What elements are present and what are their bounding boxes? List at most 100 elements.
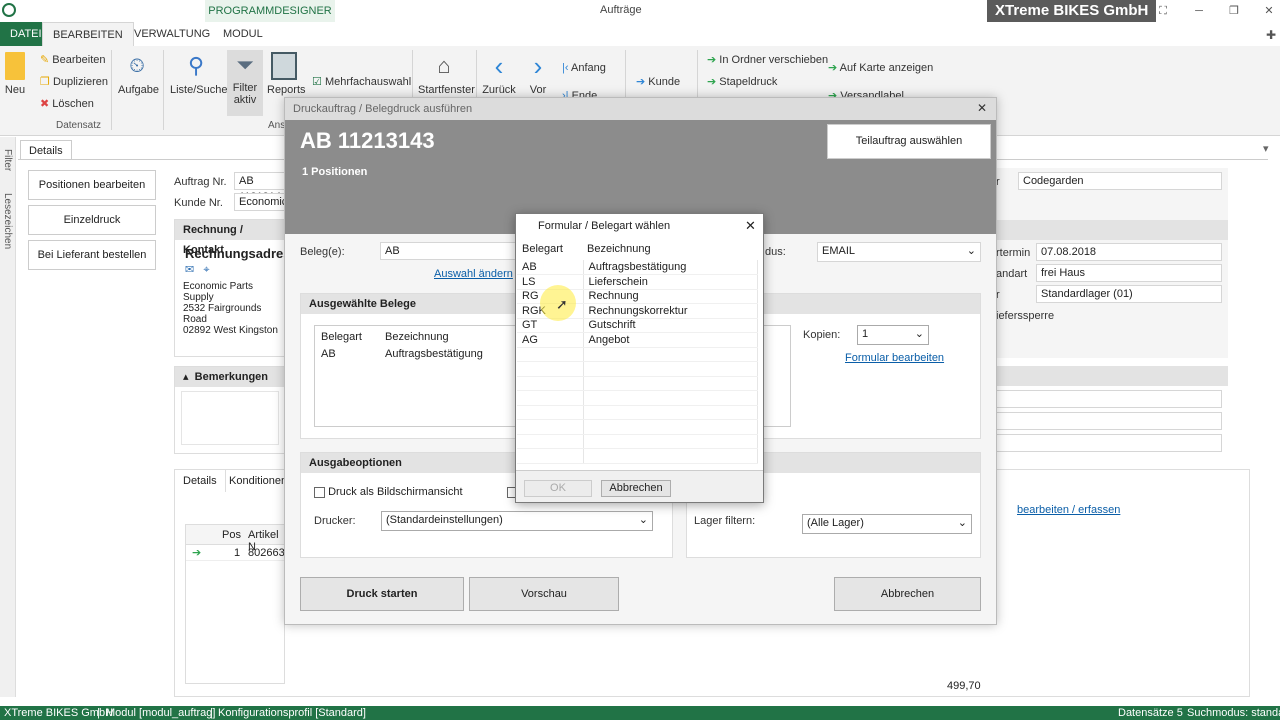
chevron-down-icon: ⌄	[957, 517, 967, 529]
print-dialog-close-icon[interactable]: ✕	[977, 101, 987, 115]
bookmarks-tab[interactable]: Lesezeichen	[2, 193, 13, 249]
location-pin-icon[interactable]: ⌖	[203, 264, 209, 276]
forward-button[interactable]: › Vor	[524, 52, 552, 96]
ribbon-separator	[111, 50, 112, 130]
edit-capture-link[interactable]: bearbeiten / erfassen	[1017, 504, 1120, 516]
empty-row	[517, 361, 758, 377]
arrow-circle-icon: ➔	[707, 76, 717, 88]
print-cancel-button[interactable]: Abbrechen	[834, 577, 981, 611]
mail-icon[interactable]: ✉	[185, 264, 194, 276]
order-no-label: Auftrag Nr.	[174, 176, 227, 188]
chevron-down-icon[interactable]: ▾	[1263, 142, 1269, 155]
remarks-field[interactable]	[181, 391, 279, 445]
close-icon[interactable]: ✕	[1260, 2, 1278, 20]
tab-bottom-details[interactable]: Details	[175, 470, 226, 492]
warehouse-field[interactable]: Standardlager (01)	[1036, 285, 1222, 303]
chevron-down-icon: ⌄	[966, 245, 976, 257]
picker-col-name: Bezeichnung	[587, 243, 651, 255]
billing-contact-heading: Rechnung / Kontakt	[175, 220, 285, 256]
picker-footer: OK Abbrechen	[516, 470, 763, 502]
order-supplier-button[interactable]: Bei Lieferant bestellen	[28, 240, 156, 270]
empty-row	[517, 419, 758, 435]
back-button[interactable]: ‹ Zurück	[482, 52, 516, 96]
tab-modul[interactable]: MODUL	[213, 22, 273, 46]
grid-cell-article: 802663	[248, 547, 285, 559]
status-profile: Konfigurationsprofil [Standard]	[218, 707, 366, 719]
reports-button[interactable]: Reports	[267, 52, 306, 96]
grid-cell-pos: 1	[234, 547, 241, 559]
title-bar: PROGRAMMDESIGNER Aufträge XTreme BIKES G…	[0, 0, 1280, 22]
single-print-button[interactable]: Einzeldruck	[28, 205, 156, 235]
company-name: XTreme BIKES GmbH	[987, 0, 1157, 22]
warehouse-filter-select[interactable]: (Alle Lager) ⌄	[802, 514, 972, 534]
group-datensatz-label: Datensatz	[56, 120, 102, 131]
right-field-blank-3[interactable]	[996, 434, 1222, 452]
tab-verwaltung[interactable]: VERWALTUNG	[124, 22, 220, 46]
right-field-1[interactable]: Codegarden	[1018, 172, 1222, 190]
table-row[interactable]: AG Angebot	[517, 332, 758, 348]
right-field-blank-1[interactable]	[996, 390, 1222, 408]
partial-order-button[interactable]: Teilauftrag auswählen	[827, 124, 991, 159]
picker-col-code: Belegart	[522, 243, 563, 255]
new-button[interactable]: Neu	[2, 52, 28, 96]
order-total: 499,70	[947, 680, 981, 692]
start-print-button[interactable]: Druck starten	[300, 577, 464, 611]
delete-button[interactable]: ✖ Löschen	[40, 94, 94, 114]
batch-print-button[interactable]: ➔ Stapeldruck	[707, 72, 777, 92]
delivery-date-field[interactable]: 07.08.2018	[1036, 243, 1222, 261]
filter-tab[interactable]: Filter	[2, 149, 13, 171]
printer-icon	[271, 52, 297, 80]
remarks-panel: ▴ Bemerkungen	[174, 366, 286, 454]
list-search-button[interactable]: ⚲ Liste/Suche	[170, 52, 227, 96]
positions-edit-button[interactable]: Positionen bearbeiten	[28, 170, 156, 200]
change-selection-link[interactable]: Auswahl ändern	[434, 268, 513, 280]
table-row[interactable]: ➔ 1 802663	[186, 545, 285, 561]
duplicate-button[interactable]: ❐ Duplizieren	[40, 72, 108, 92]
empty-row	[517, 390, 758, 406]
contact-icons: ✉ ⌖	[175, 261, 285, 277]
edit-form-link[interactable]: Formular bearbeiten	[845, 352, 944, 364]
start-window-button[interactable]: ⌂ Startfenster	[418, 52, 475, 96]
doc-number: AB 11213143	[300, 128, 435, 153]
tab-bearbeiten[interactable]: BEARBEITEN	[42, 22, 134, 46]
pin-icon[interactable]: ✚	[1266, 28, 1276, 42]
right-field-blank-2[interactable]	[996, 412, 1222, 430]
positions-grid: Pos Artikel N ➔ 1 802663	[185, 524, 285, 684]
customer-button[interactable]: ➔ Kunde	[636, 72, 680, 92]
picker-cancel-button[interactable]: Abbrechen	[601, 480, 671, 497]
docs-field[interactable]: AB	[380, 242, 520, 260]
restore-icon[interactable]: ❐	[1225, 2, 1243, 20]
positions-count: 1 Positionen	[302, 166, 368, 178]
tab-bottom-conditions[interactable]: Konditionen	[223, 470, 293, 492]
print-dialog-title: Druckauftrag / Belegdruck ausführen	[285, 98, 996, 120]
ribbon-tabs: DATEI BEARBEITEN VERWALTUNG MODUL ✚	[0, 22, 1280, 46]
context-tab-programmdesigner[interactable]: PROGRAMMDESIGNER	[205, 0, 335, 22]
fullscreen-icon[interactable]: ⛶	[1154, 2, 1172, 20]
new-document-icon	[5, 52, 25, 80]
multiselect-checkbox[interactable]: ☑ Mehrfachauswahl	[312, 72, 411, 92]
collapse-icon[interactable]: ▴	[183, 371, 189, 383]
calendar-icon: ⏲	[129, 55, 145, 77]
mode-select[interactable]: EMAIL ⌄	[817, 242, 981, 262]
selected-col-name: Bezeichnung	[385, 331, 449, 343]
grid-col-pos: Pos	[222, 529, 241, 541]
copies-select[interactable]: 1 ⌄	[857, 325, 929, 345]
status-search-mode: Suchmodus: standard	[1187, 707, 1280, 719]
tab-details[interactable]: Details	[20, 140, 72, 160]
screen-view-checkbox[interactable]: Druck als Bildschirmansicht	[314, 486, 463, 498]
preview-button[interactable]: Vorschau	[469, 577, 619, 611]
shipping-type-field[interactable]: frei Haus	[1036, 264, 1222, 282]
first-button[interactable]: |‹ Anfang	[562, 58, 606, 78]
picker-close-icon[interactable]: ✕	[745, 218, 756, 234]
table-row[interactable]: AB Auftragsbestätigung	[517, 260, 758, 275]
printer-select[interactable]: (Standardeinstellungen) ⌄	[381, 511, 653, 531]
move-folder-button[interactable]: ➔ In Ordner verschieben	[707, 50, 828, 70]
new-label: Neu	[4, 84, 26, 96]
status-records: Datensätze 5	[1118, 707, 1183, 719]
filter-active-button[interactable]: ⏷ Filter aktiv	[227, 50, 263, 116]
minimize-icon[interactable]: ─	[1190, 2, 1208, 20]
show-map-button[interactable]: ➔ Auf Karte anzeigen	[828, 58, 933, 78]
picker-ok-button[interactable]: OK	[524, 480, 592, 497]
task-button[interactable]: ⏲ Aufgabe	[118, 52, 159, 96]
edit-button[interactable]: ✎ Bearbeiten	[40, 50, 106, 70]
